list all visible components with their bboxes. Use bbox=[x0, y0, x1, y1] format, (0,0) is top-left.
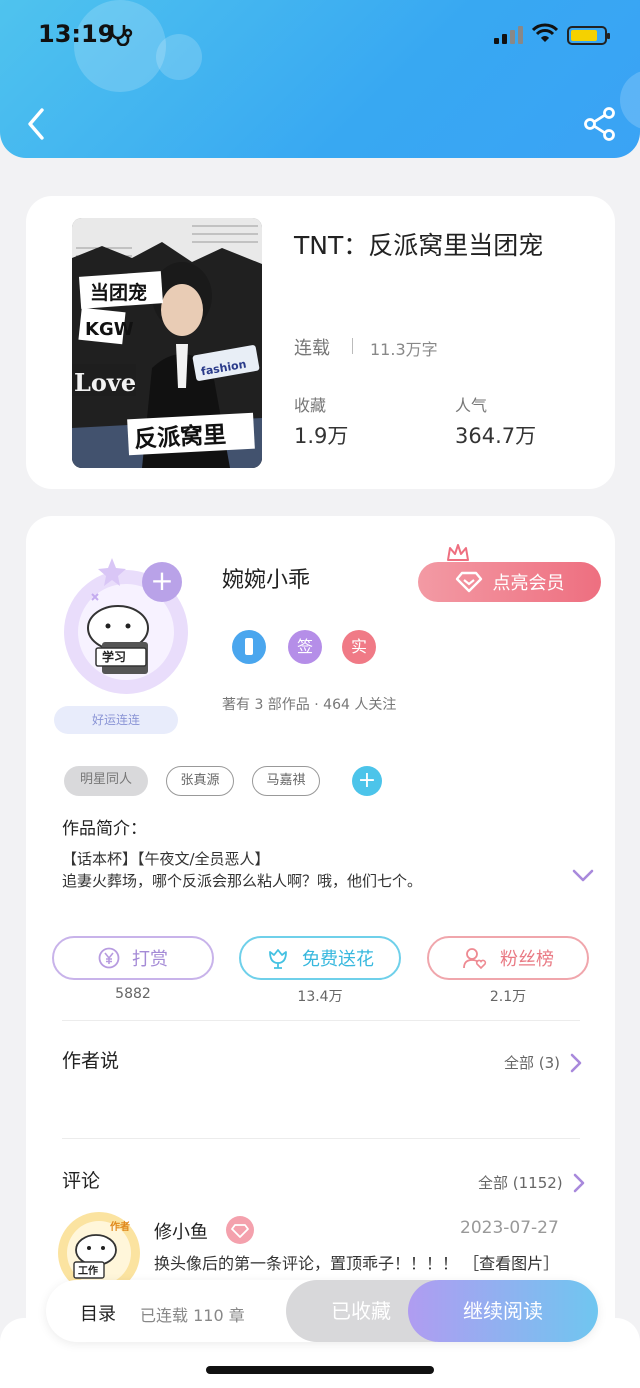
tag-item[interactable]: 马嘉祺 bbox=[252, 766, 320, 796]
lucky-tag: 好运连连 bbox=[54, 706, 178, 734]
author-says-more-button[interactable]: 全部 (3) bbox=[504, 1052, 582, 1073]
comment-text[interactable]: 换头像后的第一条评论，置顶乖子！！！！ ［查看图片］ bbox=[154, 1250, 559, 1274]
stethoscope-icon bbox=[108, 22, 138, 52]
vip-button-label: 点亮会员 bbox=[492, 573, 565, 594]
author-says-title: 作者说 bbox=[62, 1050, 120, 1072]
status-time: 13:19 bbox=[38, 20, 115, 48]
yen-icon bbox=[98, 947, 120, 969]
comments-more-label: 全部 (1152) bbox=[478, 1174, 563, 1192]
chevron-right-icon bbox=[573, 1173, 584, 1192]
flower-icon bbox=[269, 949, 287, 969]
book-word-count: 11.3万字 bbox=[370, 340, 438, 359]
continue-reading-button[interactable]: 继续阅读 bbox=[408, 1280, 598, 1342]
divider bbox=[62, 1138, 580, 1139]
cover-title-bottom: 反派窝里 bbox=[134, 421, 227, 453]
comment-avatar-tag: 作者 bbox=[110, 1220, 130, 1233]
verified-badge-icon[interactable]: 实 bbox=[342, 630, 376, 664]
cover-tag-left: KGW bbox=[85, 319, 134, 340]
vip-button[interactable]: 点亮会员 bbox=[418, 562, 601, 602]
intro-title: 作品简介： bbox=[62, 819, 147, 839]
chevron-right-icon bbox=[570, 1053, 582, 1072]
cover-love: Love bbox=[74, 368, 136, 397]
share-button[interactable] bbox=[583, 106, 617, 142]
chevron-left-icon bbox=[28, 108, 44, 140]
toc-button[interactable]: 目录 bbox=[80, 1300, 116, 1326]
book-info-card: 当团宠 KGW Love fashion 反派窝里 TNT：反派窝里当团宠 连载… bbox=[26, 196, 615, 489]
author-name[interactable]: 婉婉小乖 bbox=[222, 562, 310, 594]
back-button[interactable] bbox=[22, 106, 52, 142]
vip-diamond-icon bbox=[226, 1216, 254, 1244]
book-details-card: 学习 + 好运连连 婉婉小乖 点亮会员 签 实 著有 3 部作品 · 464 人… bbox=[26, 516, 615, 1388]
fan-user-icon bbox=[463, 948, 487, 970]
fan-ranking-label: 粉丝榜 bbox=[500, 949, 554, 970]
decor-bubble bbox=[156, 34, 202, 80]
sign-badge-icon[interactable]: 签 bbox=[288, 630, 322, 664]
stat-label-popularity: 人气 bbox=[455, 396, 488, 415]
stat-value-popularity: 364.7万 bbox=[455, 424, 537, 448]
comment-date: 2023-07-27 bbox=[460, 1218, 559, 1238]
reward-label: 打赏 bbox=[132, 949, 168, 970]
share-icon bbox=[584, 107, 615, 141]
send-flower-count: 13.4万 bbox=[297, 989, 343, 1005]
phone-icon[interactable] bbox=[232, 630, 266, 664]
cover-title-top: 当团宠 bbox=[90, 281, 147, 304]
reward-button[interactable]: 打赏 bbox=[52, 936, 214, 980]
comments-more-button[interactable]: 全部 (1152) bbox=[478, 1172, 585, 1193]
wifi-icon bbox=[531, 22, 559, 48]
intro-line: 追妻火葬场，哪个反派会那么粘人啊？哦，他们七个。 bbox=[62, 872, 423, 890]
follow-plus-button[interactable]: + bbox=[142, 562, 182, 602]
comment-user-name[interactable]: 修小鱼 bbox=[154, 1218, 208, 1244]
battery-icon bbox=[567, 26, 610, 45]
expand-intro-button[interactable] bbox=[572, 868, 594, 887]
divider bbox=[352, 338, 353, 354]
intro-line: 【话本杯】【午夜文/全员恶人】 bbox=[62, 850, 270, 868]
stat-label-favorites: 收藏 bbox=[294, 396, 327, 415]
add-tag-button[interactable]: + bbox=[352, 766, 382, 796]
comments-title: 评论 bbox=[62, 1170, 101, 1192]
tag-item[interactable]: 张真源 bbox=[166, 766, 234, 796]
home-indicator bbox=[206, 1366, 434, 1374]
comment-avatar-label: 工作 bbox=[78, 1264, 98, 1277]
book-cover[interactable]: 当团宠 KGW Love fashion 反派窝里 bbox=[72, 218, 262, 468]
avatar-label: 学习 bbox=[102, 649, 126, 664]
send-flower-label: 免费送花 bbox=[302, 949, 374, 970]
author-avatar[interactable]: 学习 bbox=[52, 536, 200, 696]
author-says-more-label: 全部 (3) bbox=[504, 1054, 561, 1072]
bottom-action-bar: 目录 已连载 110 章 已收藏 继续阅读 bbox=[46, 1280, 598, 1342]
fan-ranking-button[interactable]: 粉丝榜 bbox=[427, 936, 589, 980]
chevron-down-icon bbox=[572, 869, 594, 882]
book-status: 连载 bbox=[294, 338, 330, 359]
tag-item[interactable]: 明星同人 bbox=[64, 766, 148, 796]
reward-count: 5882 bbox=[115, 986, 151, 1002]
book-title: TNT：反派窝里当团宠 bbox=[294, 231, 544, 260]
author-works-info: 著有 3 部作品 · 464 人关注 bbox=[222, 697, 397, 713]
signal-icon bbox=[494, 26, 523, 44]
fan-ranking-count: 2.1万 bbox=[489, 989, 527, 1005]
decor-bubble bbox=[620, 70, 640, 130]
divider bbox=[62, 1020, 580, 1021]
stat-value-favorites: 1.9万 bbox=[294, 424, 349, 448]
diamond-icon bbox=[455, 571, 482, 593]
chapter-count: 已连载 110 章 bbox=[140, 1306, 245, 1325]
send-flower-button[interactable]: 免费送花 bbox=[239, 936, 401, 980]
top-header: 13:19 bbox=[0, 0, 640, 158]
